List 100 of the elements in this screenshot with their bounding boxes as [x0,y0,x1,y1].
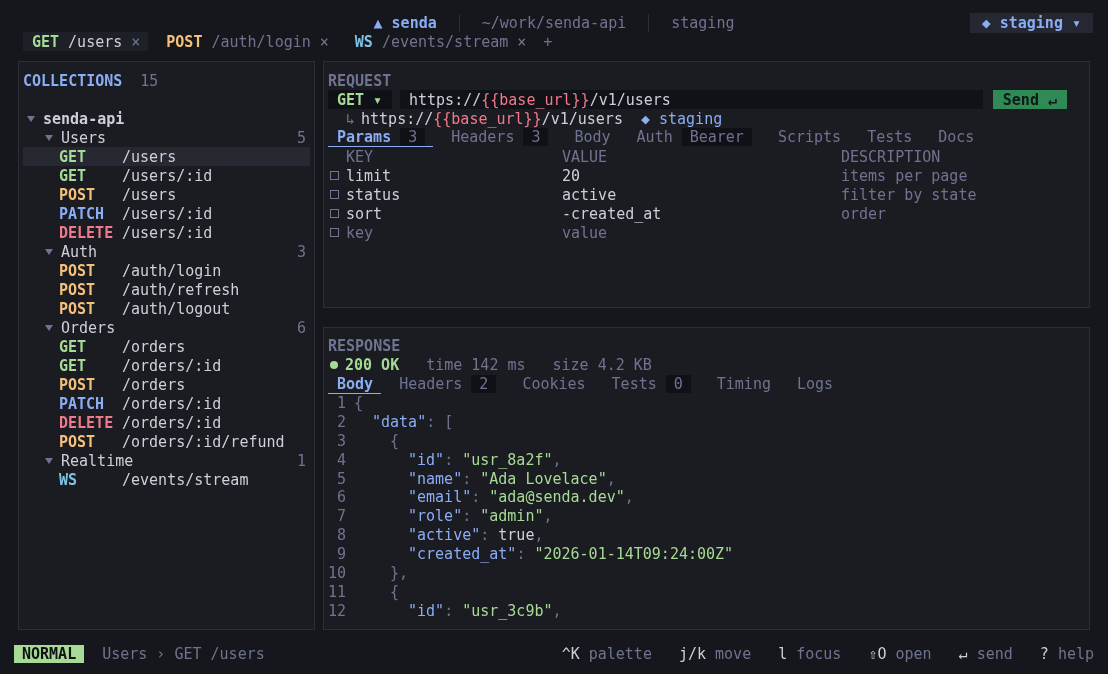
caret-icon[interactable] [45,133,53,142]
code-line: "created_at": "2026-01-14T09:24:00Z" [408,545,734,563]
item-count: 5 [296,128,306,147]
item-count: 6 [296,318,306,337]
panel-title: RESPONSE [328,337,401,356]
breadcrumb: Users › GET /users [102,645,265,663]
request-item[interactable]: GET /users [23,147,310,166]
shortcut-hint: j/k move [678,645,752,663]
tab[interactable]: Tests [858,128,921,147]
response-size: size 4.2 KB [552,356,652,375]
code-line: { [390,582,400,601]
checkbox[interactable] [330,228,339,237]
panel-title: REQUEST [328,71,392,90]
request-item[interactable]: POST /auth/login [23,261,310,280]
tab[interactable]: Tests 0 [602,374,699,394]
param-key: status [346,185,562,204]
tab[interactable]: Params 3 [328,128,434,147]
param-key: sort [346,204,562,223]
code-line: "active": true, [408,526,544,545]
folder-item[interactable]: Users [61,128,297,147]
response-time: time 142 ms [426,356,526,375]
line-number: 10 [328,563,348,582]
tab[interactable]: Timing [707,374,779,394]
resolved-arrow: ↳ [346,109,356,128]
folder-item[interactable]: Realtime [61,451,297,470]
tab[interactable]: Docs [929,128,983,147]
code-line: { [390,431,400,450]
request-item[interactable]: POST /users [23,185,310,204]
status-code: 200 OK [345,356,400,375]
folder-item[interactable]: Orders [61,318,297,337]
request-item[interactable]: GET /orders [23,337,310,356]
tab[interactable]: Headers 3 [442,128,557,147]
shortcut-hint: l focus [778,645,842,663]
checkbox[interactable] [330,171,339,180]
send-button[interactable]: Send ↵ [992,90,1067,109]
request-item[interactable]: PATCH /orders/:id [23,394,310,413]
param-key: limit [346,166,562,185]
line-number: 7 [335,507,347,526]
param-value: -created_at [562,204,663,223]
caret-icon[interactable] [45,247,53,256]
request-item[interactable]: POST /orders [23,375,310,394]
project-path: ~/work/senda-api [481,14,627,32]
column-header: KEY [346,147,375,166]
line-number: 12 [328,601,348,620]
request-item[interactable]: GET /orders/:id [23,356,310,375]
line-number: 5 [335,469,347,488]
key-placeholder[interactable]: key [346,223,562,242]
folder-item[interactable]: Auth [61,242,297,261]
request-tab[interactable]: GET /users × [23,32,149,51]
shortcut-hint: ↵ send [958,645,1013,663]
line-number: 9 [335,545,347,563]
app-name: ▲ senda [373,14,437,32]
tab[interactable]: Logs [787,374,842,394]
request-item[interactable]: WS /events/stream [23,470,310,489]
code-line: "data": [ [372,413,454,431]
code-line: "name": "Ada Lovelace", [408,469,616,488]
tab[interactable]: Scripts [768,128,850,147]
tab[interactable]: Cookies [513,374,594,394]
code-line: "role": "admin", [408,507,553,526]
caret-icon[interactable] [45,323,53,332]
request-item[interactable]: PATCH /users/:id [23,204,310,223]
shortcut-hint: ⇧O open [868,645,932,663]
param-description: order [841,204,888,223]
tree-item[interactable]: senda-api [43,109,125,128]
request-item[interactable]: GET /users/:id [23,166,310,185]
param-value: active [562,185,618,204]
method-dropdown[interactable]: GET ▾ [328,90,392,109]
request-tab[interactable]: WS /events/stream × [345,32,535,51]
request-item[interactable]: POST /auth/logout [23,299,310,318]
param-description: items per page [841,166,969,185]
environment-dropdown[interactable]: ◆ staging ▾ [969,13,1093,33]
environment-tag: ◆ staging [640,109,723,128]
shortcut-hint: ^K palette [561,645,652,663]
tab[interactable]: Body [565,128,619,147]
tab[interactable]: Body [328,374,382,394]
param-value: 20 [562,166,582,185]
line-number: 11 [328,582,348,601]
request-item[interactable]: POST /orders/:id/refund [23,432,310,451]
request-item[interactable]: DELETE /users/:id [23,223,310,242]
request-item[interactable]: DELETE /orders/:id [23,413,310,432]
code-line: { [354,394,364,413]
item-count: 1 [296,451,306,470]
tab[interactable]: Headers 2 [390,374,505,394]
shortcut-hint: ? help [1039,645,1094,663]
checkbox[interactable] [330,209,339,218]
code-line: "id": "usr_3c9b", [408,601,562,620]
value-placeholder[interactable]: value [562,223,841,242]
item-count: 3 [296,242,306,261]
url-field[interactable]: https://{{base_url}}/v1/users [400,90,983,109]
line-number: 6 [335,488,347,507]
resolved-url: https://{{base_url}}/v1/users [361,109,623,128]
request-item[interactable]: POST /auth/refresh [23,280,310,299]
column-header: VALUE [562,147,609,166]
line-number: 3 [335,431,347,450]
checkbox[interactable] [330,190,339,199]
caret-icon[interactable] [27,114,35,123]
panel-title: COLLECTIONS [23,71,123,90]
new-tab-button[interactable]: + [543,32,553,51]
request-tab[interactable]: POST /auth/login × [157,32,337,51]
caret-icon[interactable] [45,456,53,465]
